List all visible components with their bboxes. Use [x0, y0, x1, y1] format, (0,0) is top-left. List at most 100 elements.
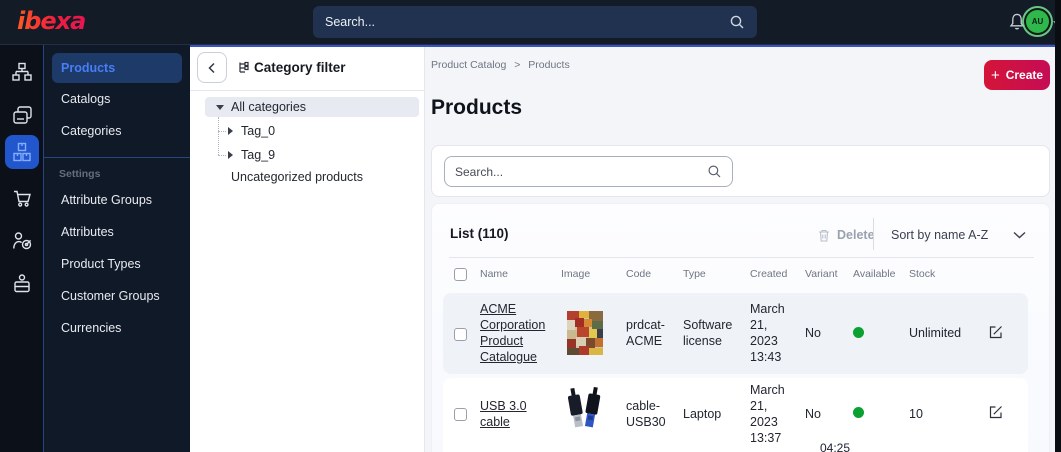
caret-down-icon[interactable]: [216, 104, 224, 110]
sidebar-item-customer-groups[interactable]: Customer Groups: [44, 280, 190, 312]
sidebar-item-product-types[interactable]: Product Types: [44, 248, 190, 280]
panel-divider: [190, 90, 425, 91]
content-top-accent-line: [190, 45, 1055, 47]
product-code: cable-USB30: [626, 399, 666, 429]
select-all-checkbox[interactable]: [454, 268, 467, 281]
tree-item-label: All categories: [231, 100, 307, 114]
breadcrumb: Product Catalog > Products: [431, 59, 570, 71]
caret-right-icon[interactable]: [228, 151, 233, 159]
product-search-card: [431, 145, 1050, 197]
chevron-left-icon: [208, 62, 215, 73]
personnel-badge-icon[interactable]: [5, 267, 39, 301]
toolbar-separator: [873, 218, 874, 250]
product-stock: 10: [909, 407, 923, 421]
sidebar-item-products[interactable]: Products: [52, 53, 182, 83]
product-thumbnail: [567, 311, 603, 355]
avatar[interactable]: AU: [1026, 10, 1049, 33]
tree-item-tag0[interactable]: Tag_0: [228, 121, 275, 141]
tree-item-uncategorized[interactable]: Uncategorized products: [231, 167, 363, 187]
panel-title: Category filter: [254, 60, 346, 75]
tree-item-label: Tag_9: [241, 148, 276, 162]
global-search-input[interactable]: [325, 15, 729, 29]
bell-icon[interactable]: [1007, 12, 1027, 32]
delete-button-label: Delete: [837, 228, 875, 242]
global-search[interactable]: [313, 6, 757, 38]
sort-dropdown[interactable]: Sort by name A-Z: [891, 228, 1026, 242]
product-search-input[interactable]: [455, 164, 707, 179]
trash-icon: [819, 229, 829, 242]
tree-item-label: Uncategorized products: [231, 170, 364, 184]
breadcrumb-products[interactable]: Products: [528, 59, 569, 71]
row-checkbox[interactable]: [454, 408, 467, 421]
topbar: ibexa AU: [0, 0, 1061, 45]
create-button-label: Create: [1005, 68, 1044, 82]
content-stack-icon[interactable]: [5, 98, 39, 132]
column-header-available: Available: [853, 268, 896, 280]
cart-icon[interactable]: [5, 181, 39, 215]
plus-icon: +: [990, 66, 1000, 84]
delete-button[interactable]: Delete: [818, 228, 875, 242]
column-header-type: Type: [683, 268, 706, 280]
table-header-row: Name Image Code Type Created Variant Ava…: [443, 268, 1028, 284]
list-header-divider: [449, 257, 1034, 258]
category-filter-panel: Category filter All categories Tag_0 Tag…: [190, 47, 425, 452]
collapse-panel-button[interactable]: [197, 52, 227, 83]
create-button[interactable]: + Create: [984, 60, 1050, 90]
column-header-created: Created: [750, 268, 788, 280]
product-created: March 21, 2023 13:37: [750, 383, 785, 445]
table-row[interactable]: ACME Corporation Product Catalogue prdca…: [443, 293, 1028, 374]
settings-section-label: Settings: [59, 168, 101, 180]
row-checkbox[interactable]: [454, 328, 467, 341]
edit-icon: [989, 326, 1002, 339]
product-type: Software license: [683, 318, 733, 348]
product-boxes-icon[interactable]: [5, 135, 39, 169]
search-icon: [730, 15, 744, 29]
tree-guide-line: [218, 155, 226, 156]
product-search-field[interactable]: [444, 156, 733, 187]
product-name-link[interactable]: ACME Corporation Product Catalogue: [480, 301, 556, 365]
available-dot: [853, 327, 864, 338]
column-header-name: Name: [480, 268, 509, 280]
product-created: March 21, 2023 13:43: [750, 302, 785, 364]
table-row[interactable]: USB 3.0 cable cable-USB30 Laptop March 2…: [443, 378, 1028, 452]
product-stock: Unlimited: [909, 326, 962, 340]
product-variant: No: [805, 407, 821, 421]
search-icon: [708, 165, 721, 178]
sidebar-item-currencies[interactable]: Currencies: [44, 312, 190, 344]
sidebar-item-attributes[interactable]: Attributes: [44, 216, 190, 248]
product-type: Laptop: [683, 407, 722, 421]
sidebar-item-categories[interactable]: Categories: [44, 115, 190, 147]
column-header-image: Image: [561, 268, 591, 280]
column-header-code: Code: [626, 268, 652, 280]
caret-right-icon[interactable]: [228, 127, 233, 135]
menu-divider: [44, 157, 190, 158]
window-scrollbar-strip[interactable]: [1055, 0, 1061, 452]
edit-button[interactable]: [988, 324, 1004, 343]
product-variant: No: [805, 326, 821, 340]
product-name-link[interactable]: USB 3.0 cable: [480, 398, 556, 430]
product-code: prdcat-ACME: [626, 318, 665, 348]
main-content: Product Catalog > Products + Create Prod…: [425, 47, 1055, 452]
tree-item-all-categories[interactable]: All categories: [205, 97, 419, 117]
customer-target-icon[interactable]: [5, 224, 39, 258]
sort-dropdown-label: Sort by name A-Z: [891, 228, 989, 242]
page-title: Products: [431, 96, 523, 119]
ibexa-logo[interactable]: ibexa: [17, 7, 86, 35]
breadcrumb-product-catalog[interactable]: Product Catalog: [431, 59, 506, 71]
edit-button[interactable]: [988, 404, 1004, 423]
breadcrumb-separator: >: [514, 59, 521, 71]
tree-item-tag9[interactable]: Tag_9: [228, 145, 275, 165]
list-title: List (110): [450, 226, 509, 241]
column-header-stock: Stock: [909, 268, 936, 280]
clipped-next-row-created: 04:25: [820, 441, 851, 452]
chevron-down-icon: [1013, 231, 1026, 239]
sidebar-item-catalogs[interactable]: Catalogs: [44, 83, 190, 115]
product-list-card: List (110) Delete Sort by name A-Z Name …: [431, 203, 1050, 452]
product-thumbnail: [563, 387, 605, 437]
tree-guide-line: [218, 117, 219, 155]
site-structure-icon[interactable]: [5, 55, 39, 89]
sidebar-item-attribute-groups[interactable]: Attribute Groups: [44, 184, 190, 216]
edit-icon: [989, 406, 1002, 419]
category-tree-icon: [239, 61, 249, 73]
sidebar-menu: Products Catalogs Categories Settings At…: [43, 45, 190, 452]
